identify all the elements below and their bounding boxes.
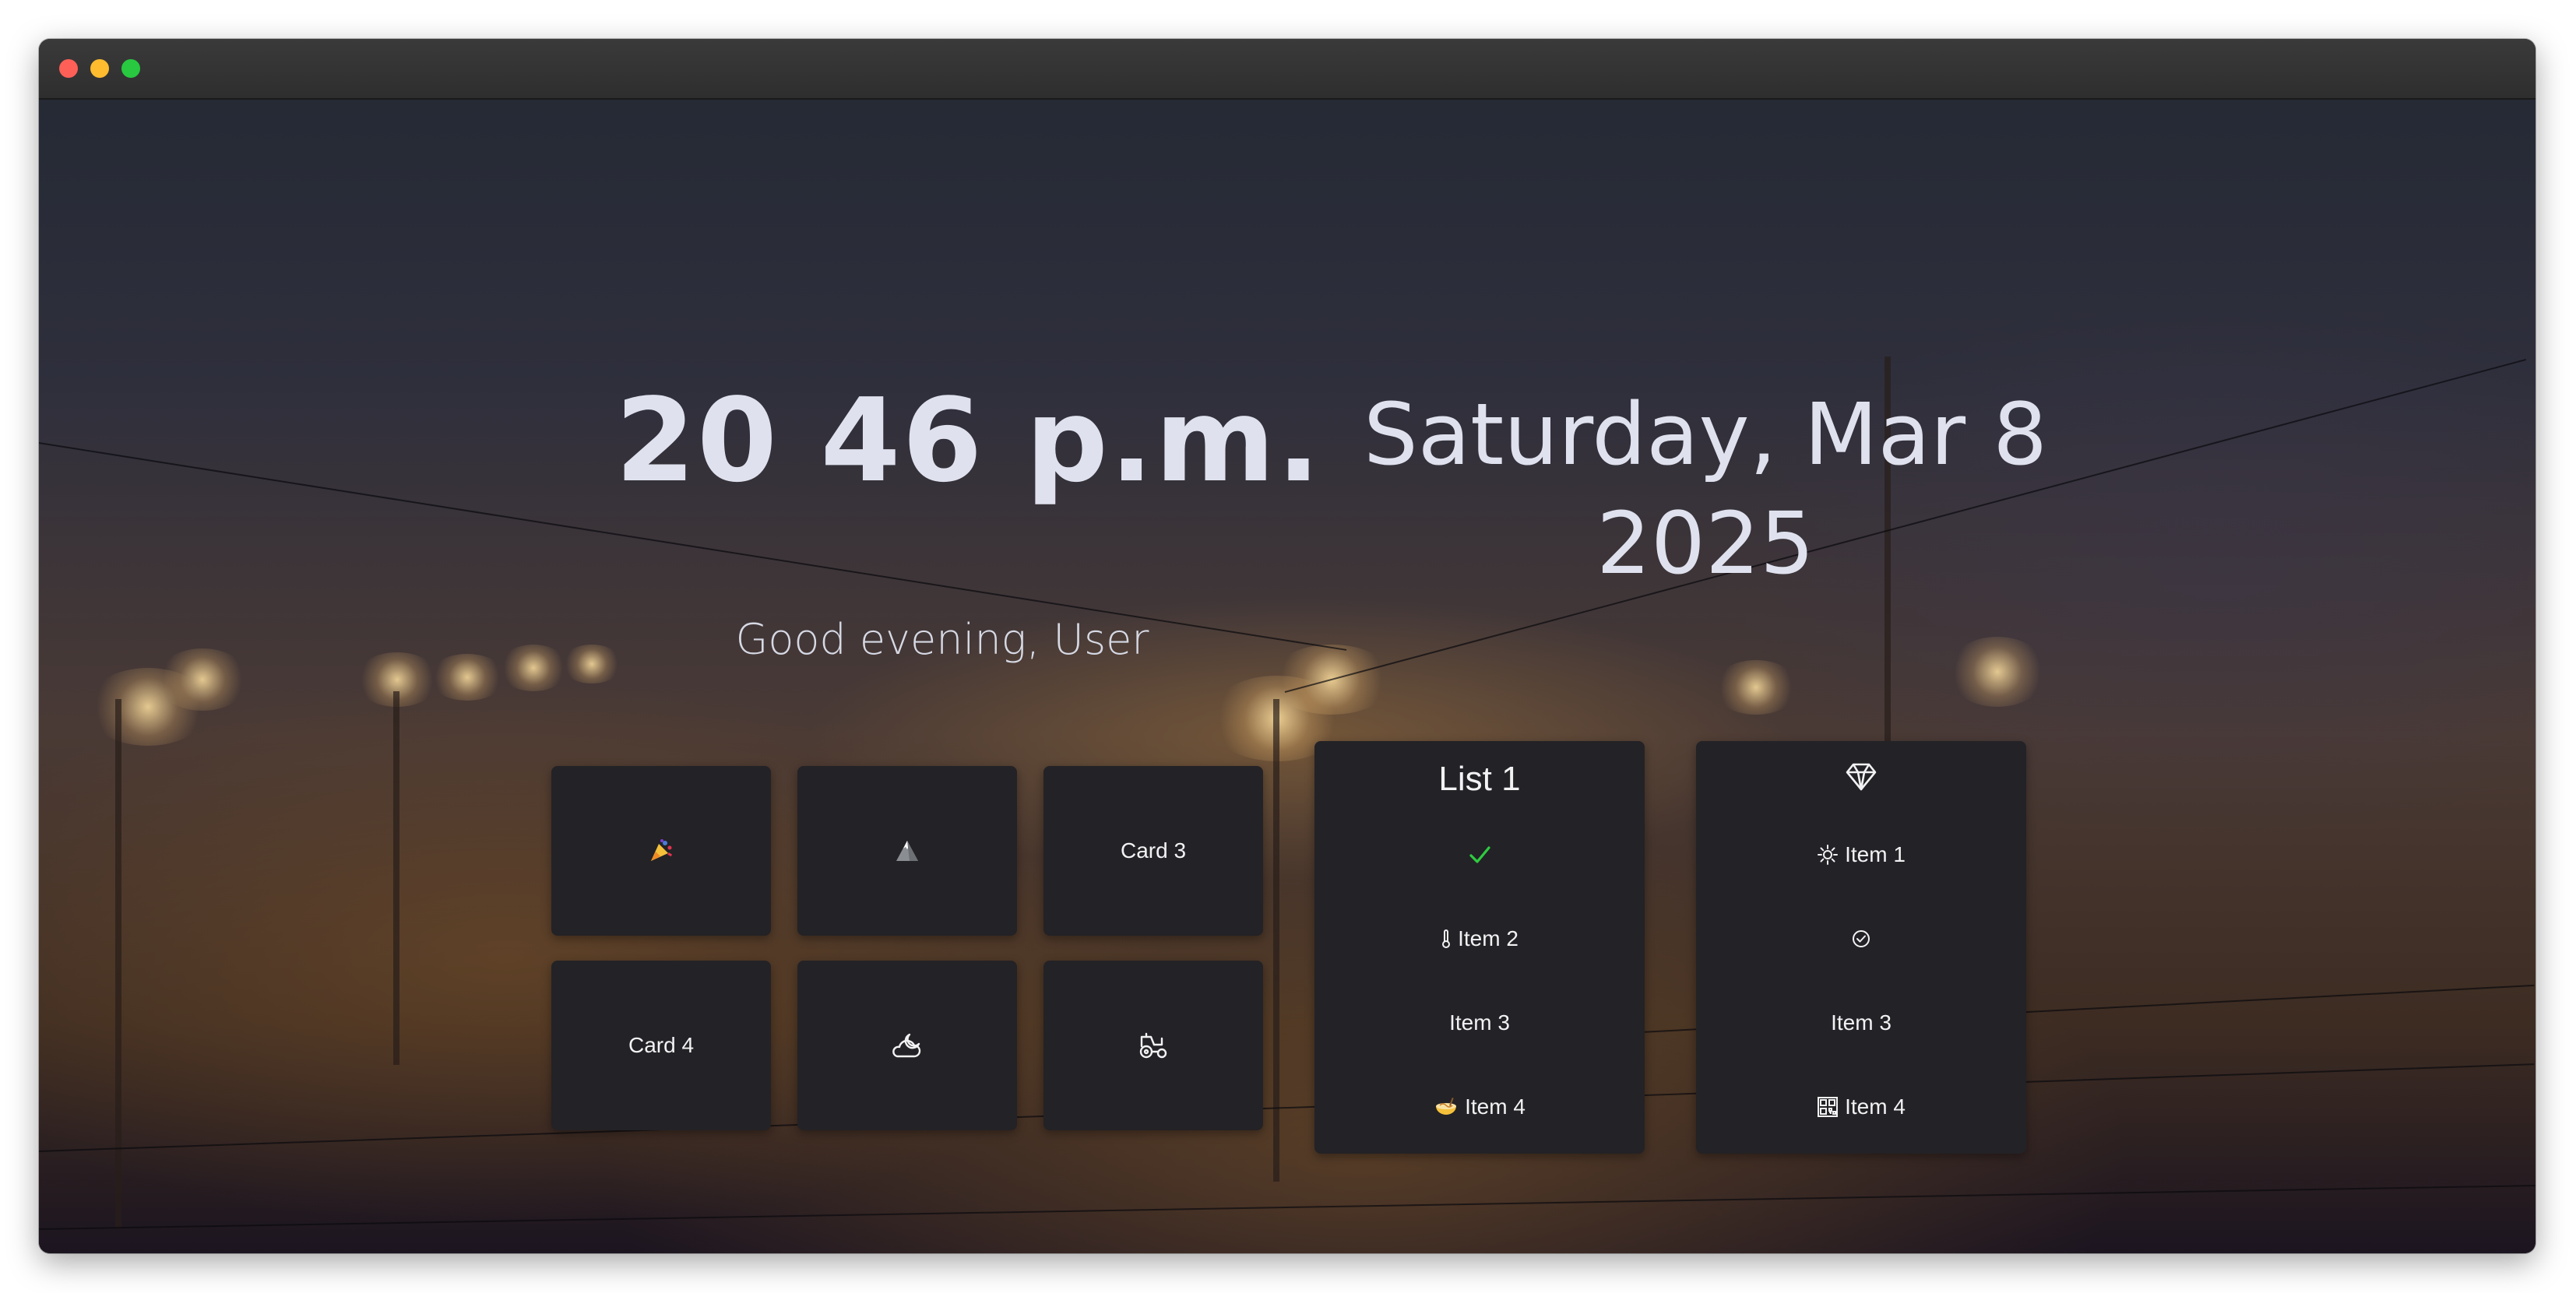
list-item[interactable]: Item 2 — [1314, 915, 1645, 962]
title-bar — [39, 39, 2536, 100]
lamp-glow — [1947, 637, 2048, 707]
qr-code-icon — [1817, 1096, 1839, 1118]
list-2-panel: Item 1 Item 3 Item 4 — [1696, 741, 2026, 1154]
browser-window: 20 46 p.m. Saturday, Mar 8 2025 Good eve… — [39, 39, 2536, 1253]
list-item-label: Item 2 — [1458, 926, 1519, 950]
list-item-label: Item 4 — [1465, 1094, 1526, 1119]
list-item[interactable]: Item 4 — [1314, 1084, 1645, 1130]
maximize-window-button[interactable] — [121, 59, 140, 78]
card-5[interactable] — [797, 961, 1017, 1130]
lamp-pole — [393, 691, 399, 1065]
lamp-glow — [156, 648, 249, 711]
date-display: Saturday, Mar 8 2025 — [1316, 380, 2095, 598]
overhead-wire — [39, 1063, 2535, 1152]
card-2[interactable] — [797, 766, 1017, 936]
diamond-icon — [1844, 761, 1878, 796]
lamp-glow — [428, 654, 506, 701]
card-3[interactable]: Card 3 — [1043, 766, 1263, 936]
clock-time: 20 46 p.m. — [615, 374, 1322, 508]
list-item-label: Item 4 — [1845, 1094, 1906, 1119]
lamp-pole — [1273, 699, 1279, 1182]
check-circle-icon — [1851, 929, 1871, 949]
list-item[interactable]: Item 1 — [1696, 831, 2026, 878]
minimize-window-button[interactable] — [90, 59, 109, 78]
tractor-icon — [1137, 1031, 1170, 1060]
list-item[interactable] — [1314, 831, 1645, 878]
card-label: Card 4 — [628, 1033, 695, 1057]
date-weekday-month: Saturday, Mar 8 — [1363, 385, 2048, 484]
mountain-icon — [894, 838, 920, 864]
list-item[interactable]: Item 4 — [1696, 1084, 2026, 1130]
greeting-text: Good evening, User — [735, 615, 1149, 664]
noodle-bowl-icon — [1434, 1096, 1459, 1118]
list-item-label: Item 1 — [1845, 842, 1906, 866]
list-item-label: Item 3 — [1831, 1010, 1892, 1035]
card-1[interactable] — [551, 766, 771, 936]
lamp-glow — [1713, 660, 1799, 715]
party-popper-icon — [648, 838, 674, 864]
cloud-moon-icon — [889, 1030, 925, 1061]
list-item-label: Item 3 — [1449, 1010, 1510, 1035]
list-item[interactable] — [1696, 915, 2026, 962]
sun-icon — [1817, 844, 1839, 866]
date-year: 2025 — [1596, 494, 1814, 593]
thermometer-icon — [1441, 929, 1452, 949]
list-item[interactable]: Item 3 — [1696, 1000, 2026, 1046]
checkmark-icon — [1468, 845, 1491, 865]
close-window-button[interactable] — [59, 59, 78, 78]
lamp-glow — [498, 645, 568, 691]
card-label: Card 3 — [1120, 838, 1187, 863]
lamp-glow — [561, 645, 623, 683]
overhead-wire — [39, 1185, 2536, 1230]
card-4[interactable]: Card 4 — [551, 961, 771, 1130]
list-1-panel: List 1 Item 2 Item 3 Item 4 — [1314, 741, 1645, 1154]
dashboard-background: 20 46 p.m. Saturday, Mar 8 2025 Good eve… — [39, 100, 2536, 1253]
list-item[interactable]: Item 3 — [1314, 1000, 1645, 1046]
card-6[interactable] — [1043, 961, 1263, 1130]
list-1-title: List 1 — [1438, 760, 1521, 798]
